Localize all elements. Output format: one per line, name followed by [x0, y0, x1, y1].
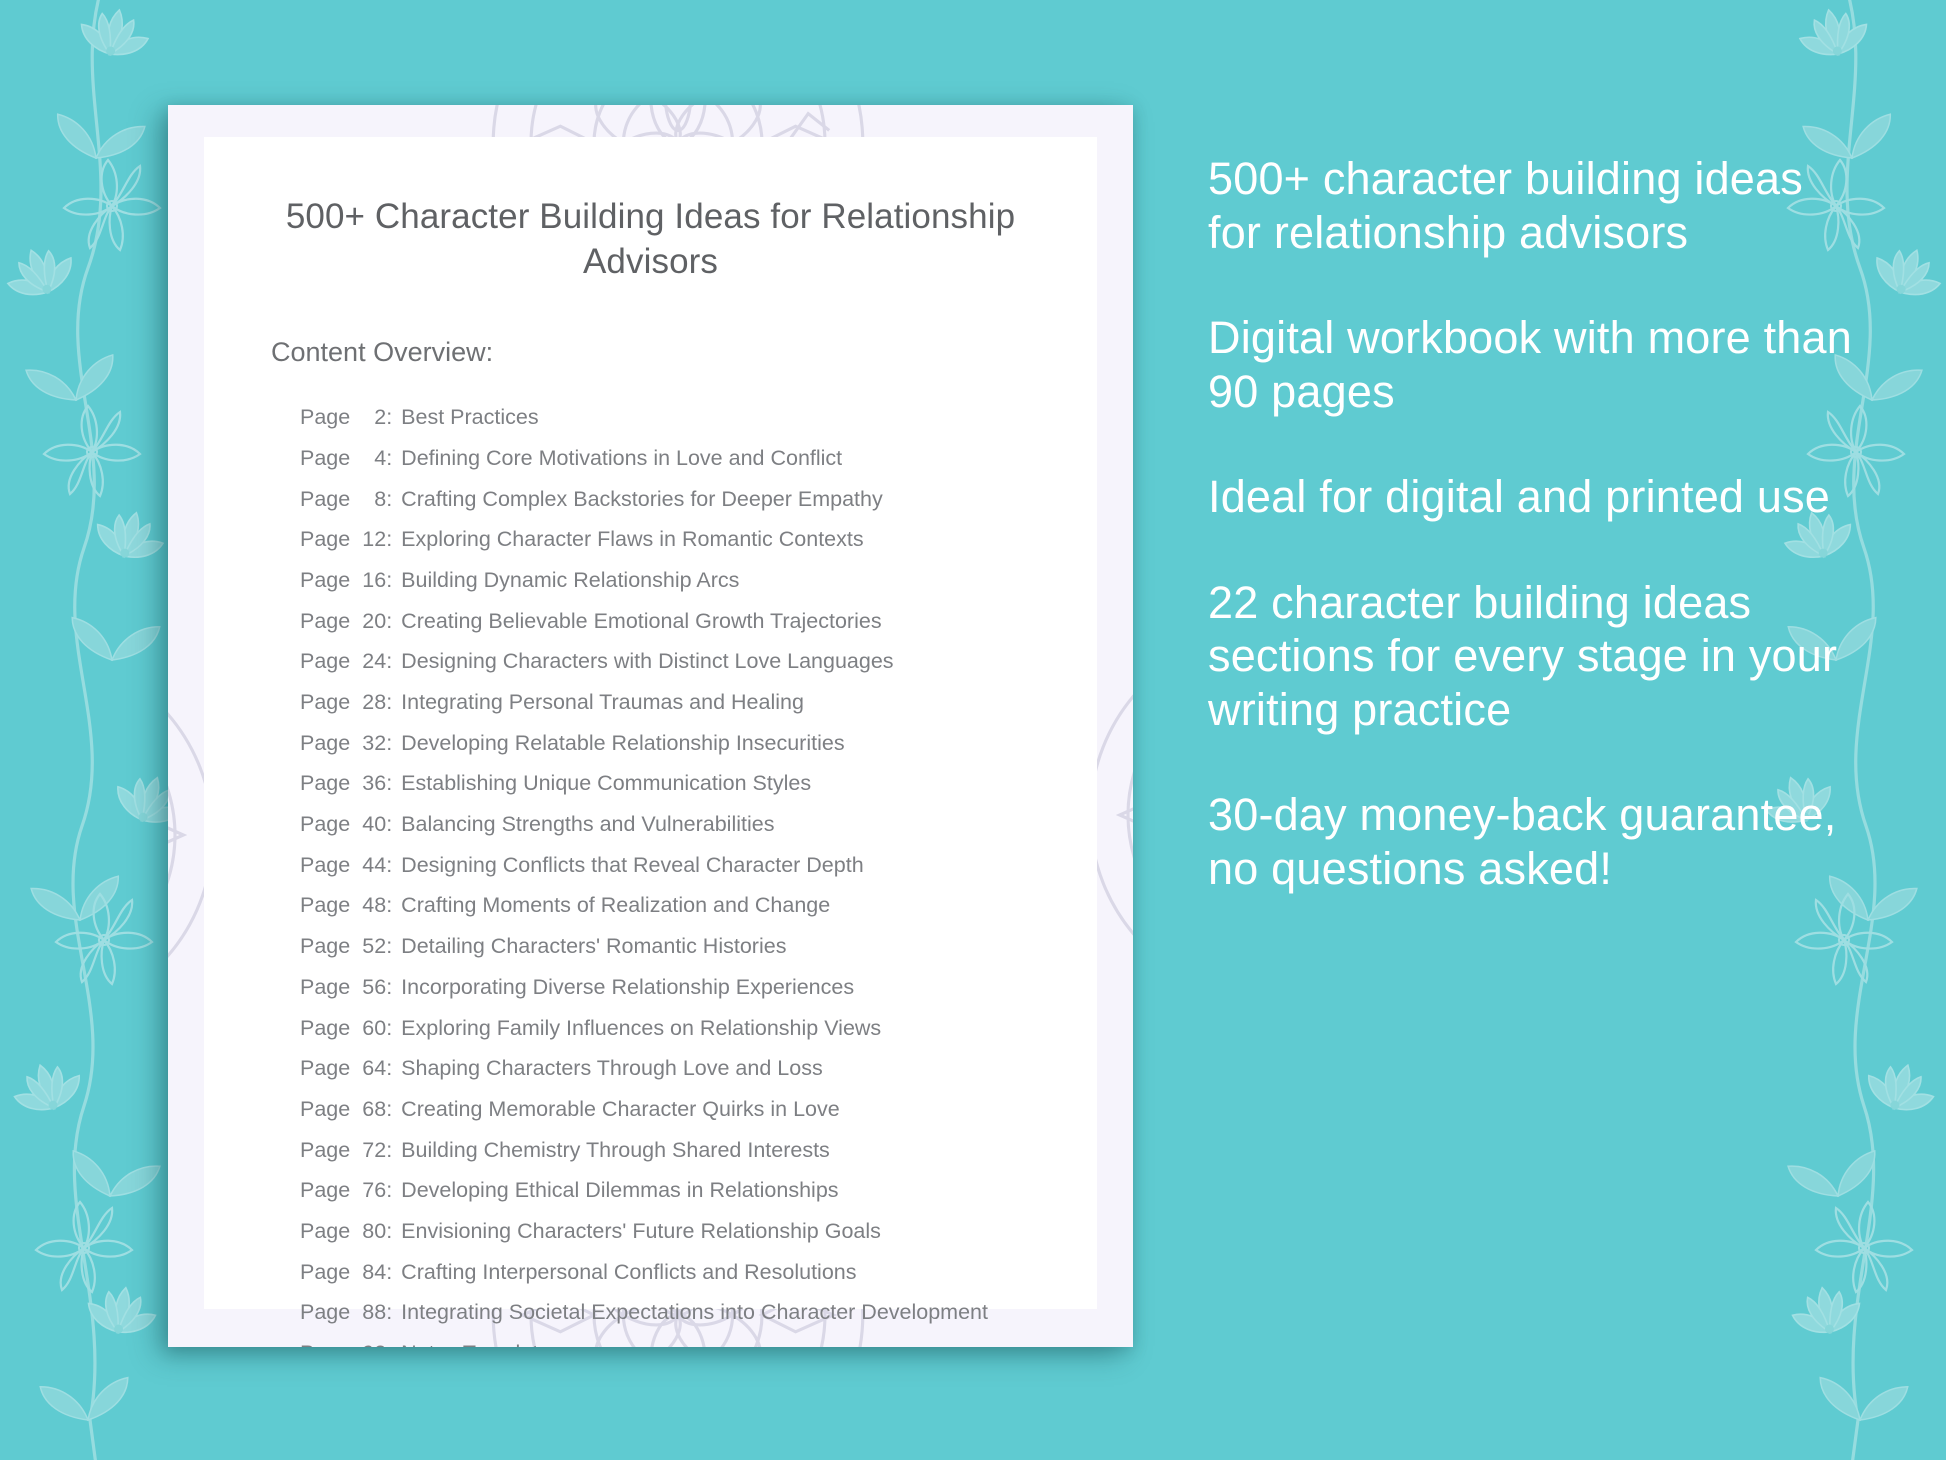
toc-entry-title: Building Chemistry Through Shared Intere…: [401, 1137, 830, 1162]
toc-entry: Page 80: Envisioning Characters' Future R…: [300, 1211, 1097, 1252]
toc-entry-page: Page 76:: [300, 1178, 393, 1203]
toc-entry: Page 88: Integrating Societal Expectation…: [300, 1293, 1097, 1334]
marketing-bullet: 500+ character building ideas for relati…: [1208, 153, 1803, 258]
toc-entry-page: Page 80:: [300, 1218, 393, 1243]
toc-entry-title: Developing Relatable Relationship Insecu…: [401, 730, 845, 755]
toc-entry: Page 48: Crafting Moments of Realization …: [300, 886, 1097, 927]
toc-entry-page: Page 64:: [300, 1056, 393, 1081]
toc-entry-page: Page 8:: [300, 486, 393, 511]
toc-entry: Page 52: Detailing Characters' Romantic H…: [300, 927, 1097, 968]
toc-entry-title: Establishing Unique Communication Styles: [401, 771, 812, 796]
marketing-bullet: 30-day money-back guarantee, no question…: [1208, 789, 1837, 894]
page-title: 500+ Character Building Ideas for Relati…: [285, 197, 1016, 281]
toc-entry-title: Developing Ethical Dilemmas in Relations…: [401, 1178, 839, 1203]
toc-entry-page: Page 24:: [300, 649, 393, 674]
toc-entry-page: Page 32:: [300, 730, 393, 755]
toc-entry-page: Page 40:: [300, 812, 393, 837]
toc-entry-page: Page 12:: [300, 527, 393, 552]
toc-entry-title: Integrating Societal Expectations into C…: [401, 1300, 988, 1325]
toc-entry-page: Page 84:: [300, 1259, 393, 1284]
toc-entry-title: Notes Template: [401, 1342, 550, 1347]
toc-entry: Page 2: Best Practices: [300, 398, 1097, 439]
toc-entry-title: Designing Conflicts that Reveal Characte…: [401, 852, 864, 877]
toc-entry-title: Defining Core Motivations in Love and Co…: [401, 445, 843, 470]
toc-entry: Page 24: Designing Characters with Distin…: [300, 642, 1097, 683]
toc-entry: Page 56: Incorporating Diverse Relationsh…: [300, 967, 1097, 1008]
toc-entry: Page 20: Creating Believable Emotional Gr…: [300, 601, 1097, 642]
content-overview-label: Content Overview:: [271, 336, 494, 367]
toc-entry-page: Page 52:: [300, 934, 393, 959]
marketing-bullets: 500+ character building ideas for relati…: [1208, 152, 1853, 895]
toc-entry-title: Balancing Strengths and Vulnerabilities: [401, 812, 775, 837]
toc-entry-title: Shaping Characters Through Love and Loss: [401, 1056, 823, 1081]
toc-entry-title: Envisioning Characters' Future Relations…: [401, 1218, 881, 1243]
toc-entry-page: Page 16:: [300, 567, 393, 592]
toc-entry-page: Page 2:: [300, 405, 393, 430]
toc-entry-title: Exploring Family Influences on Relations…: [401, 1015, 882, 1040]
marketing-bullet: Ideal for digital and printed use: [1208, 471, 1831, 523]
toc-entry: Page 28: Integrating Personal Traumas and…: [300, 682, 1097, 723]
toc-entry: Page 92: Notes Template: [300, 1333, 1097, 1347]
toc-entry-title: Best Practices: [401, 405, 539, 430]
toc-entry: Page 4: Defining Core Motivations in Love…: [300, 438, 1097, 479]
toc-entry-page: Page 4:: [300, 445, 393, 470]
toc-entry-page: Page 72:: [300, 1137, 393, 1162]
product-card: 500+ Character Building Ideas for Relati…: [168, 105, 1133, 1347]
toc-entry-page: Page 28:: [300, 690, 393, 714]
toc-entry: Page 44: Designing Conflicts that Reveal …: [300, 845, 1097, 886]
toc-entry: Page 72: Building Chemistry Through Share…: [300, 1130, 1097, 1171]
toc-entry: Page 8: Crafting Complex Backstories for …: [300, 479, 1097, 520]
toc-entry-title: Creating Believable Emotional Growth Tra…: [401, 608, 882, 633]
toc-entry-title: Incorporating Diverse Relationship Exper…: [401, 974, 855, 999]
toc-entry-page: Page 68:: [300, 1096, 393, 1121]
toc-entry: Page 12: Exploring Character Flaws in Rom…: [300, 520, 1097, 561]
toc-entry-page: Page 48:: [300, 893, 393, 918]
toc-entry: Page 76: Developing Ethical Dilemmas in R…: [300, 1171, 1097, 1212]
toc-entry-page: Page 56:: [300, 974, 393, 999]
toc-entry-page: Page 36:: [300, 771, 393, 796]
table-of-contents: Page 2: Best Practices Page 4: Defining Cor…: [300, 398, 1097, 1347]
document-page: 500+ Character Building Ideas for Relati…: [204, 137, 1097, 1347]
toc-entry-title: Detailing Characters' Romantic Histories: [401, 934, 787, 959]
toc-entry: Page 60: Exploring Family Influences on R…: [300, 1008, 1097, 1049]
toc-entry-title: Integrating Personal Traumas and Healing: [401, 690, 804, 714]
toc-entry: Page 36: Establishing Unique Communicatio…: [300, 764, 1097, 805]
toc-entry: Page 32: Developing Relatable Relationshi…: [300, 723, 1097, 764]
card-frame: 500+ Character Building Ideas for Relati…: [168, 105, 1133, 1347]
toc-entry-title: Exploring Character Flaws in Romantic Co…: [401, 527, 864, 552]
toc-entry-title: Crafting Interpersonal Conflicts and Res…: [401, 1259, 857, 1284]
toc-entry: Page 64: Shaping Characters Through Love …: [300, 1049, 1097, 1090]
toc-entry: Page 16: Building Dynamic Relationship Ar…: [300, 560, 1097, 601]
toc-entry-page: Page 20:: [300, 608, 393, 633]
toc-entry-title: Crafting Moments of Realization and Chan…: [401, 893, 831, 918]
toc-entry-page: Page 44:: [300, 852, 393, 877]
toc-entry-title: Designing Characters with Distinct Love …: [401, 649, 894, 674]
toc-entry-title: Building Dynamic Relationship Arcs: [401, 567, 740, 592]
toc-entry-page: Page 92:: [300, 1342, 392, 1347]
marketing-bullet: 22 character building ideas sections for…: [1208, 576, 1838, 735]
toc-entry: Page 40: Balancing Strengths and Vulnerab…: [300, 804, 1097, 845]
toc-entry-page: Page 88:: [300, 1300, 393, 1325]
marketing-bullet: Digital workbook with more than 90 pages: [1208, 312, 1852, 417]
toc-entry: Page 84: Crafting Interpersonal Conflicts…: [300, 1252, 1097, 1293]
toc-entry-page: Page 60:: [300, 1015, 393, 1040]
toc-entry: Page 68: Creating Memorable Character Qui…: [300, 1089, 1097, 1130]
toc-entry-title: Creating Memorable Character Quirks in L…: [401, 1096, 840, 1121]
toc-entry-title: Crafting Complex Backstories for Deeper …: [401, 486, 883, 511]
